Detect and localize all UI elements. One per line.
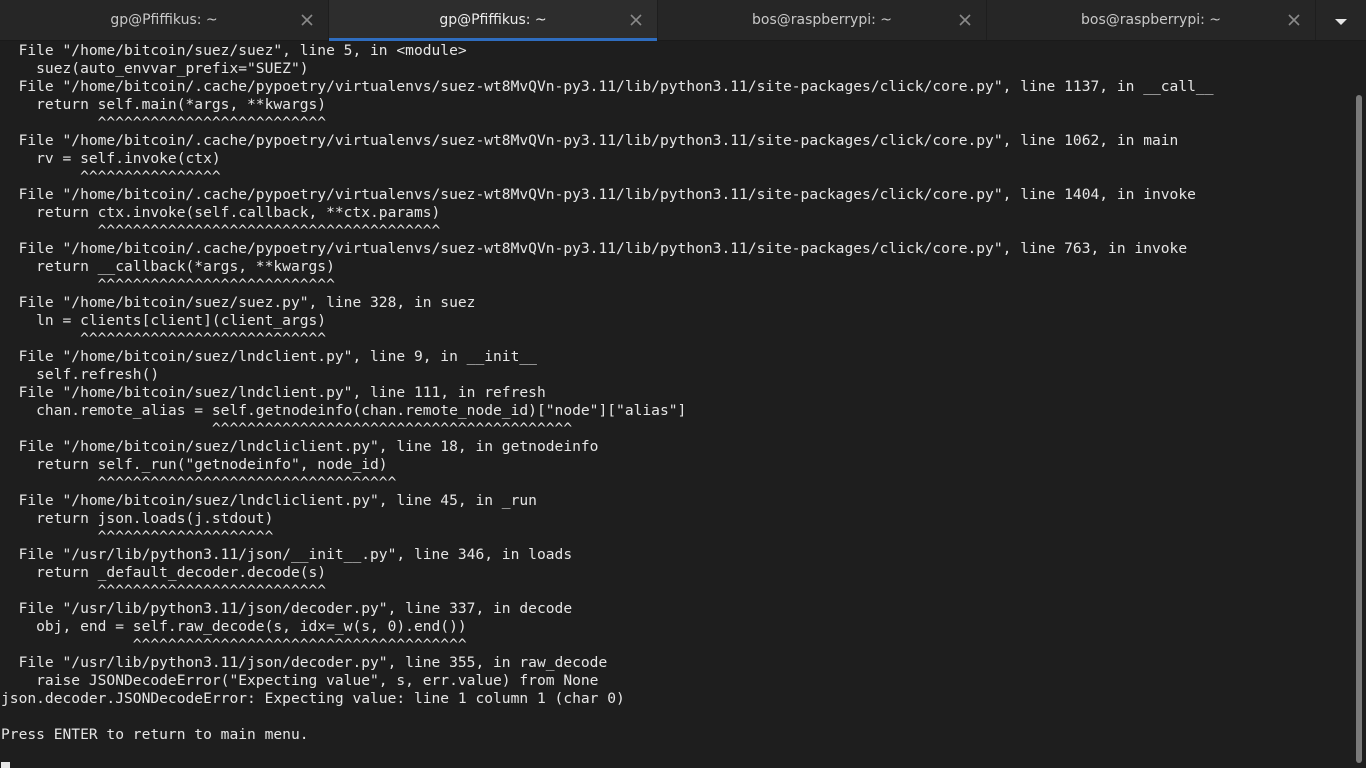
chevron-down-icon: [1334, 11, 1348, 30]
terminal-line: File "/home/bitcoin/.cache/pypoetry/virt…: [1, 186, 1196, 203]
tab-3[interactable]: bos@raspberrypi: ~: [658, 0, 987, 40]
text-cursor: [1, 762, 10, 768]
terminal-line: ^^^^^^^^^^^^^^^^^^^^^^^^^^^^^^^^^^^^^^^^…: [1, 420, 573, 437]
tab-label: bos@raspberrypi: ~: [752, 12, 892, 28]
tab-4[interactable]: bos@raspberrypi: ~: [987, 0, 1316, 40]
terminal-line: File "/home/bitcoin/.cache/pypoetry/virt…: [1, 78, 1214, 95]
tab-2[interactable]: gp@Pfiffikus: ~: [329, 0, 658, 41]
terminal-line: ln = clients[client](client_args): [1, 312, 327, 329]
terminal-line: File "/usr/lib/python3.11/json/__init__.…: [1, 546, 573, 563]
terminal-line: File "/home/bitcoin/.cache/pypoetry/virt…: [1, 132, 1179, 149]
terminal-line: json.decoder.JSONDecodeError: Expecting …: [1, 690, 625, 707]
tab-label: gp@Pfiffikus: ~: [439, 12, 547, 28]
tab-label: bos@raspberrypi: ~: [1081, 12, 1221, 28]
terminal-line: File "/usr/lib/python3.11/json/decoder.p…: [1, 654, 608, 671]
tab-1[interactable]: gp@Pfiffikus: ~: [0, 0, 329, 40]
terminal-line: raise JSONDecodeError("Expecting value",…: [1, 672, 599, 689]
terminal-line: ^^^^^^^^^^^^^^^^^^^^: [1, 528, 274, 545]
terminal-line: obj, end = self.raw_decode(s, idx=_w(s, …: [1, 618, 467, 635]
tab-menu-button[interactable]: [1316, 0, 1366, 40]
terminal-line: return _default_decoder.decode(s): [1, 564, 327, 581]
terminal-line: ^^^^^^^^^^^^^^^^^^^^^^^^^^^^^^^^^^^^^^^: [1, 222, 441, 239]
terminal-line: File "/home/bitcoin/.cache/pypoetry/virt…: [1, 240, 1188, 257]
terminal-line: return self._run("getnodeinfo", node_id): [1, 456, 388, 473]
terminal-line: File "/home/bitcoin/suez/lndcliclient.py…: [1, 492, 537, 509]
tab-label: gp@Pfiffikus: ~: [110, 12, 218, 28]
terminal-line: ^^^^^^^^^^^^^^^^^^^^^^^^^^: [1, 582, 327, 599]
terminal-output[interactable]: File "/home/bitcoin/suez/suez", line 5, …: [0, 41, 1352, 768]
terminal-line: return ctx.invoke(self.callback, **ctx.p…: [1, 204, 441, 221]
terminal-line: ^^^^^^^^^^^^^^^^: [1, 168, 221, 185]
terminal-line: File "/home/bitcoin/suez/lndclient.py", …: [1, 384, 546, 401]
terminal-line: return __callback(*args, **kwargs): [1, 258, 335, 275]
terminal-line: File "/home/bitcoin/suez/suez.py", line …: [1, 294, 476, 311]
terminal-line: File "/home/bitcoin/suez/suez", line 5, …: [1, 42, 467, 59]
terminal-line: return json.loads(j.stdout): [1, 510, 274, 527]
terminal-line: chan.remote_alias = self.getnodeinfo(cha…: [1, 402, 687, 419]
tab-bar: gp@Pfiffikus: ~ gp@Pfiffikus: ~ bos@rasp…: [0, 0, 1366, 41]
terminal-line: File "/home/bitcoin/suez/lndcliclient.py…: [1, 438, 599, 455]
terminal-line: ^^^^^^^^^^^^^^^^^^^^^^^^^^^^^^^^^^^^^^: [1, 636, 467, 653]
terminal-line: File "/usr/lib/python3.11/json/decoder.p…: [1, 600, 573, 617]
close-icon[interactable]: [1287, 13, 1301, 27]
terminal-line: rv = self.invoke(ctx): [1, 150, 221, 167]
terminal-line: ^^^^^^^^^^^^^^^^^^^^^^^^^^^^: [1, 330, 327, 347]
terminal-scrollbar[interactable]: [1352, 41, 1366, 768]
terminal-prompt-line: [1, 762, 1352, 768]
terminal-line: ^^^^^^^^^^^^^^^^^^^^^^^^^^^: [1, 276, 335, 293]
terminal-line: File "/home/bitcoin/suez/lndclient.py", …: [1, 348, 537, 365]
terminal-line: Press ENTER to return to main menu.: [1, 726, 309, 743]
close-icon[interactable]: [958, 13, 972, 27]
terminal-line: ^^^^^^^^^^^^^^^^^^^^^^^^^^^^^^^^^^: [1, 474, 397, 491]
terminal-line: suez(auto_envvar_prefix="SUEZ"): [1, 60, 309, 77]
terminal-line: ^^^^^^^^^^^^^^^^^^^^^^^^^^: [1, 114, 327, 131]
close-icon[interactable]: [629, 13, 643, 27]
close-icon[interactable]: [300, 13, 314, 27]
terminal-line: self.refresh(): [1, 366, 160, 383]
terminal-line: return self.main(*args, **kwargs): [1, 96, 327, 113]
scrollbar-thumb[interactable]: [1356, 95, 1362, 763]
